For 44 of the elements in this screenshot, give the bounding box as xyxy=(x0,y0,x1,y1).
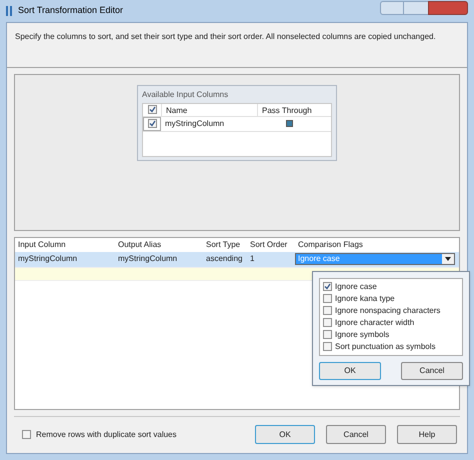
option-label: Ignore kana type xyxy=(335,292,395,304)
checkbox[interactable] xyxy=(323,318,332,327)
column-header[interactable]: Sort Type xyxy=(203,238,247,250)
pass-through-checkbox[interactable] xyxy=(286,120,292,127)
table-cell-text: ascending xyxy=(205,253,244,265)
checkbox[interactable] xyxy=(148,119,156,128)
grid-row[interactable]: myStringColumn myStringColumn ascending 1 Ignore case xyxy=(15,252,459,266)
dropdown-arrow-icon[interactable] xyxy=(442,254,454,264)
checkbox[interactable] xyxy=(323,282,332,291)
description-text: Specify the columns to sort, and set their sort type and their sort order. All nonselected columns are copied unchanged. xyxy=(15,31,437,43)
minimize-button[interactable] xyxy=(380,1,404,15)
option-label: Ignore symbols xyxy=(335,328,390,340)
close-button[interactable] xyxy=(428,1,468,15)
maximize-button[interactable] xyxy=(404,1,428,15)
table-cell-text: myStringColumn xyxy=(164,118,226,130)
box-title: Available Input Columns xyxy=(142,88,230,100)
column-header[interactable]: Input Column xyxy=(15,238,115,250)
checkbox[interactable] xyxy=(22,430,31,440)
popup-button[interactable]: Cancel xyxy=(401,362,463,380)
checkbox[interactable] xyxy=(323,342,332,351)
checkbox[interactable] xyxy=(148,105,156,114)
option-label: Ignore case xyxy=(335,280,377,292)
column-header[interactable]: Output Alias xyxy=(115,238,203,250)
column-header[interactable]: Sort Order xyxy=(247,238,295,250)
checkbox[interactable] xyxy=(323,306,332,315)
table-cell-text: myStringColumn xyxy=(17,253,78,265)
option-label: Ignore character width xyxy=(335,316,414,328)
checkbox[interactable] xyxy=(323,330,332,339)
option-label: Sort punctuation as symbols xyxy=(335,340,436,352)
dialog-button[interactable]: Help xyxy=(397,425,457,444)
checkbox-label: Remove rows with duplicate sort values xyxy=(36,428,177,441)
table-cell-text: 1 xyxy=(249,253,256,265)
checkbox[interactable] xyxy=(323,294,332,303)
table-cell-text: myStringColumn xyxy=(117,253,178,265)
dialog-button[interactable]: Cancel xyxy=(326,425,386,444)
dialog-button[interactable]: OK xyxy=(255,425,315,444)
column-header[interactable]: Pass Through xyxy=(257,104,321,116)
column-header[interactable]: Comparison Flags xyxy=(295,238,459,250)
window-title: Sort Transformation Editor xyxy=(18,4,124,18)
column-header[interactable]: Name xyxy=(161,104,257,116)
popup-button[interactable]: OK xyxy=(319,362,381,380)
dropdown-value: Ignore case xyxy=(297,253,341,265)
option-label: Ignore nonspacing characters xyxy=(335,304,440,316)
app-icon xyxy=(6,6,12,16)
